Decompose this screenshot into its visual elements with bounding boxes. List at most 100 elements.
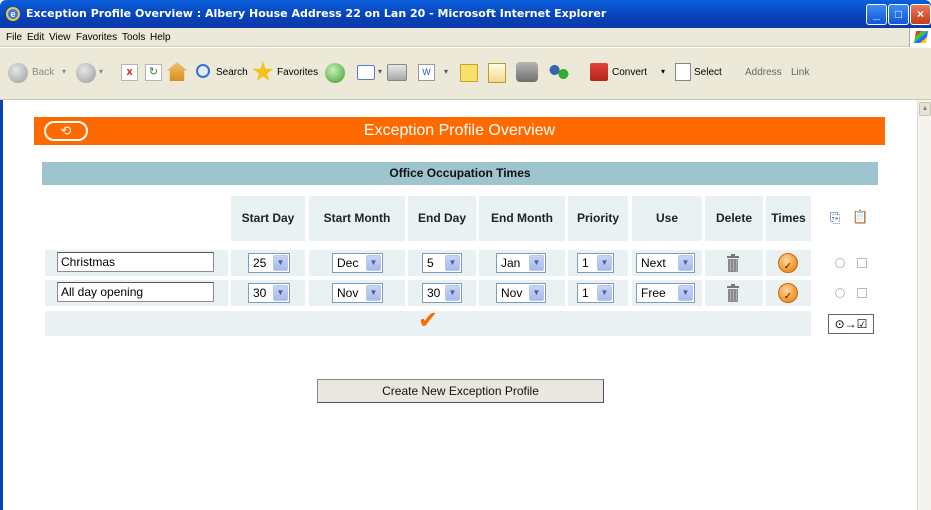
end-month-value: Jan: [501, 256, 521, 270]
search-button-label[interactable]: Search: [216, 67, 248, 78]
address-label: Address: [745, 67, 782, 78]
copy-icon[interactable]: ⎘: [830, 210, 840, 226]
col-delete: Delete: [705, 196, 763, 241]
close-button[interactable]: ×: [910, 4, 931, 25]
chevron-down-icon: ▼: [273, 255, 288, 271]
end-month-select[interactable]: Jan ▼: [496, 253, 546, 273]
col-start-day: Start Day: [231, 196, 305, 241]
chevron-down-icon: ▼: [529, 285, 544, 301]
use-select[interactable]: Free ▼: [636, 283, 695, 303]
chevron-down-icon: ▼: [366, 255, 381, 271]
col-priority: Priority: [568, 196, 628, 241]
mail-icon[interactable]: [357, 65, 375, 80]
convert-pdf-icon[interactable]: [590, 63, 608, 81]
print-icon[interactable]: [387, 64, 407, 81]
stop-icon[interactable]: x: [121, 64, 138, 81]
chevron-down-icon: ▼: [445, 255, 460, 271]
page-header-bar: ⟲ Exception Profile Overview: [34, 117, 885, 145]
start-day-select[interactable]: 30 ▼: [248, 283, 290, 303]
messenger-icon[interactable]: [516, 62, 538, 82]
profile-name-input[interactable]: Christmas: [57, 252, 214, 272]
profile-name-input[interactable]: All day opening: [57, 282, 214, 302]
menu-bar: File Edit View Favorites Tools Help: [0, 28, 931, 47]
back-dropdown-icon[interactable]: ▾: [62, 67, 66, 76]
start-day-value: 30: [253, 286, 267, 300]
create-profile-button[interactable]: Create New Exception Profile: [317, 379, 604, 403]
menu-file[interactable]: File: [6, 32, 22, 43]
chevron-down-icon: ▼: [678, 285, 693, 301]
back-arrow-icon[interactable]: [8, 63, 28, 83]
menu-help[interactable]: Help: [150, 32, 171, 43]
home-icon[interactable]: [167, 62, 187, 81]
chevron-down-icon: ▼: [445, 285, 460, 301]
page-title: Exception Profile Overview: [363, 122, 556, 139]
copy-radio[interactable]: [835, 258, 845, 268]
menu-tools[interactable]: Tools: [122, 32, 145, 43]
copy-radio[interactable]: [835, 288, 845, 298]
end-month-value: Nov: [501, 286, 523, 300]
use-value: Next: [641, 256, 666, 270]
ie-logo-icon: e: [6, 7, 20, 21]
clock-icon[interactable]: ✓: [778, 253, 798, 273]
chevron-down-icon: ▼: [366, 285, 381, 301]
use-value: Free: [641, 286, 666, 300]
minimize-button[interactable]: _: [866, 4, 887, 25]
refresh-page-icon[interactable]: ⟲: [44, 121, 88, 141]
priority-select[interactable]: 1 ▼: [577, 283, 614, 303]
forward-arrow-icon[interactable]: [76, 63, 96, 83]
select-button-label[interactable]: Select: [694, 67, 722, 78]
paste-icon[interactable]: 📋: [852, 209, 868, 225]
favorites-star-icon[interactable]: [252, 61, 274, 82]
start-day-select[interactable]: 25 ▼: [248, 253, 290, 273]
col-end-month: End Month: [479, 196, 565, 241]
title-bar: e Exception Profile Overview : Albery Ho…: [0, 0, 931, 28]
start-month-value: Nov: [337, 286, 359, 300]
window-left-border: [0, 100, 3, 510]
col-times: Times: [766, 196, 811, 241]
research-icon[interactable]: [488, 63, 506, 83]
browser-window: e Exception Profile Overview : Albery Ho…: [0, 0, 931, 510]
trash-icon[interactable]: [726, 253, 740, 273]
start-month-select[interactable]: Dec ▼: [332, 253, 383, 273]
convert-button-label[interactable]: Convert: [612, 67, 647, 78]
apply-checkmark-icon[interactable]: ✔: [418, 308, 438, 334]
select-tool-icon[interactable]: [675, 63, 691, 81]
end-month-select[interactable]: Nov ▼: [496, 283, 546, 303]
start-month-select[interactable]: Nov ▼: [332, 283, 383, 303]
menu-view[interactable]: View: [49, 32, 71, 43]
refresh-icon[interactable]: ↻: [145, 64, 162, 81]
links-label[interactable]: Link: [791, 67, 809, 78]
convert-dropdown-icon[interactable]: ▾: [661, 67, 665, 76]
forward-dropdown-icon[interactable]: ▾: [99, 67, 103, 76]
maximize-button[interactable]: □: [888, 4, 909, 25]
end-day-select[interactable]: 30 ▼: [422, 283, 462, 303]
col-end-day: End Day: [408, 196, 476, 241]
priority-value: 1: [582, 286, 589, 300]
notes-icon[interactable]: [460, 64, 478, 82]
priority-select[interactable]: 1 ▼: [577, 253, 614, 273]
menu-edit[interactable]: Edit: [27, 32, 44, 43]
mail-dropdown-icon[interactable]: ▾: [378, 67, 382, 76]
chevron-down-icon: ▼: [597, 255, 612, 271]
history-icon[interactable]: [325, 63, 345, 83]
trash-icon[interactable]: [726, 283, 740, 303]
vertical-scrollbar[interactable]: ▲: [917, 100, 931, 510]
edit-dropdown-icon[interactable]: ▾: [444, 67, 448, 76]
clock-icon[interactable]: ✓: [778, 283, 798, 303]
end-day-value: 30: [427, 286, 441, 300]
paste-checkbox[interactable]: [857, 258, 867, 268]
start-day-value: 25: [253, 256, 267, 270]
scroll-up-icon[interactable]: ▲: [919, 102, 931, 116]
col-use: Use: [632, 196, 702, 241]
favorites-button-label[interactable]: Favorites: [277, 67, 318, 78]
use-select[interactable]: Next ▼: [636, 253, 695, 273]
edit-word-icon[interactable]: W: [418, 64, 435, 81]
search-icon[interactable]: [196, 64, 210, 78]
chevron-down-icon: ▼: [597, 285, 612, 301]
end-day-select[interactable]: 5 ▼: [422, 253, 462, 273]
menu-favorites[interactable]: Favorites: [76, 32, 117, 43]
back-button-label[interactable]: Back: [32, 67, 54, 78]
connections-icon[interactable]: [548, 62, 570, 82]
paste-checkbox[interactable]: [857, 288, 867, 298]
select-all-icon[interactable]: ⊙→☑: [828, 314, 874, 334]
